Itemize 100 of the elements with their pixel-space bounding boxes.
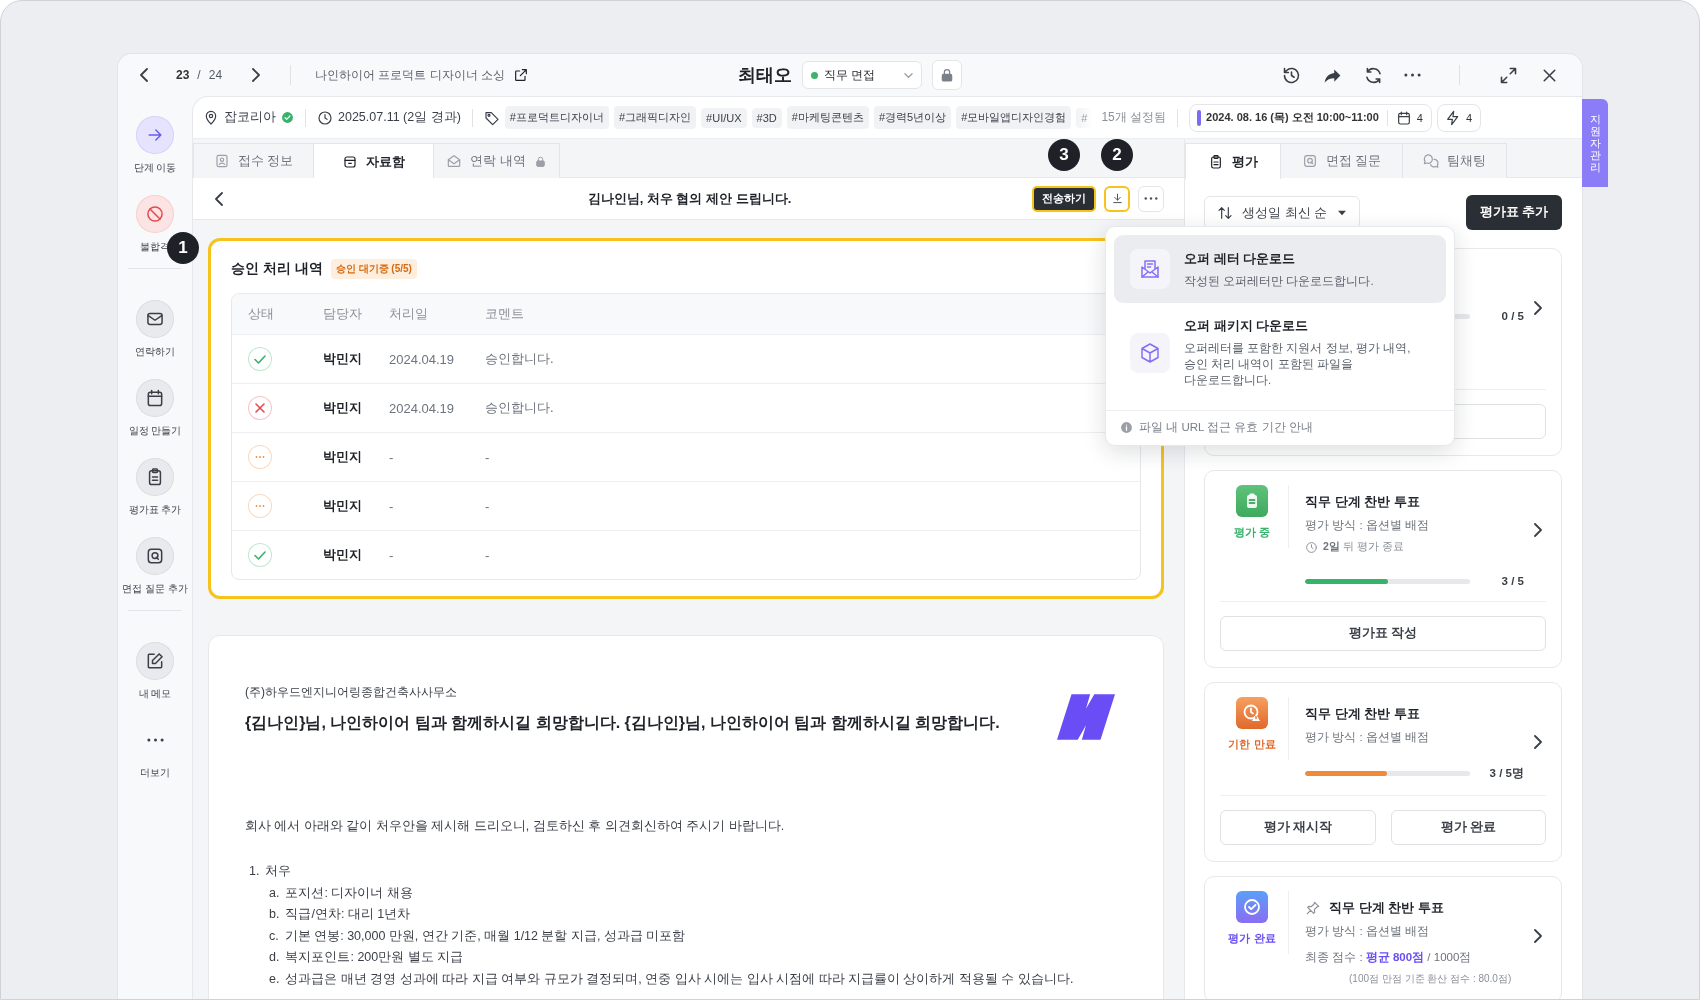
sort-icon bbox=[1217, 204, 1233, 221]
edit-icon bbox=[145, 651, 165, 671]
table-cell-text: 박민지 bbox=[323, 448, 363, 466]
next-button[interactable] bbox=[252, 68, 261, 82]
list-marker: c. bbox=[269, 927, 279, 945]
list-item-text: 포지션: 디자이너 채용 bbox=[285, 884, 413, 902]
menu-item[interactable]: 오퍼 패키지 다운로드 오퍼레터를 포함한 지원서 정보, 평가 내역, 승인 처리 내역이 포함된 파일을 다운로드합니다. bbox=[1114, 303, 1446, 410]
list-item-text: 복지포인트: 200만원 별도 지급 bbox=[285, 949, 464, 966]
score-note: (100점 만점 기준 환산 점수 : 80.0점) bbox=[1348, 972, 1513, 986]
tag-chip: #프로덕트디자이너 bbox=[504, 106, 609, 129]
evaluation-card[interactable]: 평가 중 직무 단계 찬반 투표 평가 방식 : 옵션별 배점 2일 뒤 평가 종료 3 / 5 평가표 작성 bbox=[1204, 470, 1562, 668]
tag-chip: #그래픽디자인 bbox=[614, 106, 697, 129]
tag-count: 15개 설정됨 bbox=[1101, 109, 1167, 126]
tab[interactable]: 팀채팅 bbox=[1402, 143, 1507, 178]
evaluation-method: 평가 방식 : 옵션별 배점 bbox=[1305, 518, 1430, 533]
tab[interactable]: 평가 bbox=[1185, 143, 1281, 179]
tag-icon bbox=[483, 109, 500, 126]
tag-chip: #경력5년이상 bbox=[873, 106, 952, 129]
job-posting-link[interactable]: 나인하이어 프로덕트 디자이너 소싱 bbox=[315, 66, 506, 84]
list-marker: e. bbox=[269, 970, 280, 988]
schedule-text: 2024. 08. 16 (목) 오전 10:00~11:00 bbox=[1206, 110, 1379, 125]
column-header: 처리일 bbox=[389, 305, 429, 323]
menu-item-title: 오퍼 패키지 다운로드 bbox=[1184, 317, 1310, 335]
menu-footer-text: 파일 내 URL 접근 유효 기간 안내 bbox=[1139, 420, 1313, 435]
card-title: 직무 단계 찬반 투표 bbox=[1329, 899, 1444, 917]
sidebar-action[interactable]: 평가표 추가 bbox=[118, 458, 192, 517]
sidebar-action[interactable]: 내 메모 bbox=[118, 642, 192, 701]
lock-button[interactable] bbox=[932, 60, 962, 90]
menu-item-title: 오퍼 레터 다운로드 bbox=[1184, 249, 1297, 268]
schedule-pill[interactable]: 2024. 08. 16 (목) 오전 10:00~11:00 4 bbox=[1189, 103, 1432, 132]
chat-icon bbox=[1423, 153, 1439, 169]
list-marker: d. bbox=[269, 949, 280, 966]
tab[interactable]: 자료함 bbox=[313, 143, 434, 179]
tab[interactable]: 접수 정보 bbox=[193, 143, 314, 178]
menu-item[interactable]: 오퍼 레터 다운로드 작성된 오퍼레터만 다운로드합니다. bbox=[1114, 235, 1446, 303]
archive-icon bbox=[342, 153, 358, 170]
list-marker: a. bbox=[269, 884, 280, 902]
list-item-text: 성과급은 매년 경영 성과에 따라 지급 여부와 규모가 결정되며, 연중 입사 시에는 입사 시점에 따라 지급률이 상이하게 적용될 수 있습니다. bbox=[285, 970, 1074, 988]
calendar-icon bbox=[1395, 109, 1412, 126]
logo-icon bbox=[1057, 694, 1115, 740]
column-header: 담당자 bbox=[323, 305, 363, 323]
stage-dropdown[interactable]: 직무 면접 bbox=[802, 61, 922, 89]
tab[interactable]: 연락 내역 bbox=[433, 143, 560, 178]
table-cell-text: 2024.04.19 bbox=[389, 351, 456, 367]
tag-chip: #UI/UX bbox=[701, 107, 747, 128]
chevron-left-icon bbox=[215, 191, 223, 206]
download-button[interactable] bbox=[1104, 185, 1130, 212]
candidate-name: 최태오 bbox=[738, 64, 792, 87]
chevron-right-icon bbox=[1534, 929, 1542, 943]
open-envelope-icon bbox=[446, 153, 463, 169]
status-label: 평가 완료 bbox=[1228, 931, 1276, 946]
status-label: 기한 만료 bbox=[1228, 737, 1276, 752]
table-cell-text: 박민지 bbox=[323, 546, 363, 564]
tab[interactable]: 면접 질문 bbox=[1280, 143, 1403, 178]
sidebar-action[interactable]: 단계 이동 bbox=[118, 116, 192, 175]
table-cell-text: - bbox=[485, 547, 491, 563]
sidebar-action[interactable]: 면접 질문 추가 bbox=[118, 537, 192, 596]
progress-count: 3 / 5명 bbox=[1489, 766, 1524, 781]
card-action-button[interactable]: 평가 재시작 bbox=[1220, 810, 1376, 845]
list-item-text: 처우 bbox=[265, 863, 292, 880]
send-button[interactable]: 전송하기 bbox=[1032, 185, 1096, 212]
previous-button[interactable] bbox=[140, 68, 148, 82]
deadline-text: 2일 뒤 평가 종료 bbox=[1323, 540, 1404, 554]
card-action-button[interactable]: 평가 완료 bbox=[1390, 810, 1546, 845]
sidebar-action[interactable]: 더보기 bbox=[118, 721, 192, 780]
list-marker: 1. bbox=[249, 863, 260, 880]
download-icon bbox=[1110, 192, 1124, 205]
table-cell-text: 승인합니다. bbox=[485, 350, 555, 368]
sidebar-action[interactable]: 연락하기 bbox=[118, 300, 192, 359]
evaluation-method: 평가 방식 : 옵션별 배점 bbox=[1305, 730, 1430, 745]
actions-pill[interactable]: 4 bbox=[1436, 103, 1482, 132]
table-cell-text: - bbox=[389, 547, 395, 563]
back-button[interactable] bbox=[215, 191, 223, 206]
add-evaluation-button[interactable]: 평가표 추가 bbox=[1465, 195, 1562, 230]
section-title: 승인 처리 내역 bbox=[231, 260, 323, 278]
clock-icon bbox=[317, 109, 333, 126]
prohibited-icon bbox=[145, 204, 165, 224]
card-action-button[interactable]: 평가표 작성 bbox=[1220, 616, 1546, 651]
sidebar-action[interactable]: 일정 만들기 bbox=[118, 379, 192, 438]
status-label: 평가 중 bbox=[1233, 525, 1271, 540]
clock-icon bbox=[1305, 540, 1318, 554]
table-cell-text: 박민지 bbox=[323, 399, 363, 417]
chevron-right-icon bbox=[1534, 735, 1542, 749]
progress-count: 0 / 5 bbox=[1500, 310, 1524, 322]
more-icon[interactable] bbox=[1404, 73, 1421, 77]
page-separator: / bbox=[197, 68, 201, 82]
calendar-icon bbox=[145, 388, 165, 408]
lightning-icon bbox=[1444, 109, 1461, 126]
evaluation-method: 평가 방식 : 옵션별 배점 bbox=[1305, 924, 1430, 939]
status-dot bbox=[811, 71, 818, 79]
evaluation-card[interactable]: 기한 만료 직무 단계 찬반 투표 평가 방식 : 옵션별 배점 3 / 5명 평가 재시작 평가 완료 bbox=[1204, 682, 1562, 862]
id-card-icon bbox=[213, 153, 230, 169]
company-name: (주)하우드엔지니어링종합건축사사무소 bbox=[245, 684, 458, 701]
clipboard-icon bbox=[1208, 153, 1224, 170]
tag-chip: #마케팅콘텐츠 bbox=[786, 106, 869, 129]
document-title: 김나인님, 처우 협의 제안 드립니다. bbox=[587, 189, 792, 208]
tag-chip: #3D bbox=[751, 107, 782, 128]
caret-down-icon bbox=[1337, 209, 1347, 216]
table-cell-text: 박민지 bbox=[323, 350, 363, 368]
external-link-icon[interactable] bbox=[513, 67, 530, 83]
